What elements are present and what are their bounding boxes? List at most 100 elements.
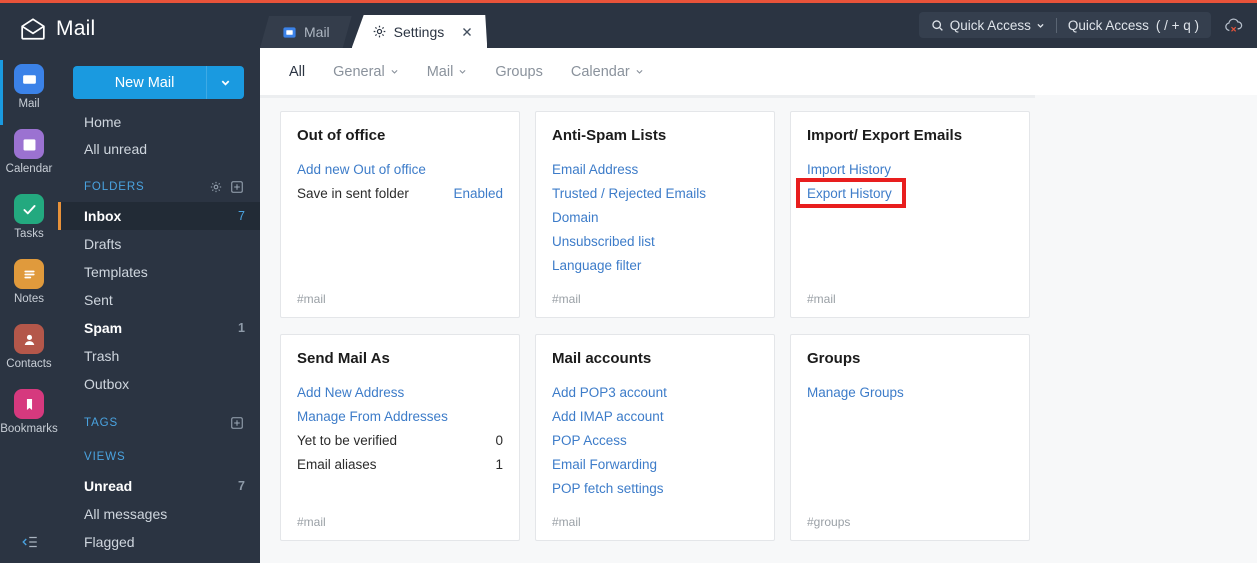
folder-item-templates[interactable]: Templates <box>58 258 260 286</box>
card-link-pop-access[interactable]: POP Access <box>552 428 758 452</box>
rail-item-label: Calendar <box>5 163 53 175</box>
notes-icon <box>14 259 44 289</box>
rail-item-calendar[interactable]: Calendar <box>0 125 58 190</box>
quick-access-bar[interactable]: Quick Access Quick Access ( / + q ) <box>918 12 1211 38</box>
tags-section-header: TAGS <box>58 408 260 438</box>
tags-section-title: TAGS <box>84 417 119 429</box>
filter-mail[interactable]: Mail <box>416 59 479 85</box>
view-item-unread[interactable]: Unread 7 <box>58 472 260 500</box>
gear-icon[interactable] <box>209 180 223 194</box>
contacts-icon <box>14 324 44 354</box>
chevron-down-icon[interactable] <box>1036 21 1045 30</box>
view-item-all-messages[interactable]: All messages <box>58 500 260 528</box>
filter-all[interactable]: All <box>278 59 316 85</box>
rail-item-label: Mail <box>18 98 40 110</box>
app-brand: Mail <box>20 16 95 42</box>
card-field-value[interactable]: Enabled <box>453 186 503 201</box>
chevron-down-icon <box>221 80 230 86</box>
cloud-offline-button[interactable] <box>1223 15 1245 37</box>
filter-groups[interactable]: Groups <box>484 59 554 85</box>
card-title: Send Mail As <box>297 350 390 367</box>
settings-filter-nav: All General Mail Groups Calendar <box>260 48 1257 95</box>
collapse-sidebar-button[interactable] <box>18 530 42 554</box>
card-tag: #mail <box>297 515 326 529</box>
card-link-label: Unsubscribed list <box>552 233 655 249</box>
nav-link-all-unread[interactable]: All unread <box>58 135 260 162</box>
card-link-language-filter[interactable]: Language filter <box>552 253 758 277</box>
rail-item-tasks[interactable]: Tasks <box>0 190 58 255</box>
filter-calendar[interactable]: Calendar <box>560 59 655 85</box>
folder-item-inbox[interactable]: Inbox 7 <box>58 202 260 230</box>
folder-item-trash[interactable]: Trash <box>58 342 260 370</box>
card-link-label: Add IMAP account <box>552 408 664 424</box>
rail-item-notes[interactable]: Notes <box>0 255 58 320</box>
card-link-manage-from-addresses[interactable]: Manage From Addresses <box>297 404 503 428</box>
folder-label: Flagged <box>84 534 135 550</box>
folder-item-outbox[interactable]: Outbox <box>58 370 260 398</box>
tab-mail[interactable]: Mail <box>260 16 352 48</box>
card-link-email-address[interactable]: Email Address <box>552 157 758 181</box>
chevron-down-icon <box>636 69 643 74</box>
new-mail-button[interactable]: New Mail <box>73 66 244 99</box>
folder-item-sent[interactable]: Sent <box>58 286 260 314</box>
tab-settings[interactable]: Settings <box>352 15 488 48</box>
mail-tab-icon <box>282 25 297 40</box>
chevron-down-icon <box>459 69 466 74</box>
rail-item-mail[interactable]: Mail <box>0 60 58 125</box>
card-link-add-pop3-account[interactable]: Add POP3 account <box>552 380 758 404</box>
card-link-add-new-out-of-office[interactable]: Add new Out of office <box>297 157 503 181</box>
nav-link-home[interactable]: Home <box>58 108 260 135</box>
card-link-manage-groups[interactable]: Manage Groups <box>807 380 1013 404</box>
card-link-label: POP Access <box>552 432 627 448</box>
card-link-add-imap-account[interactable]: Add IMAP account <box>552 404 758 428</box>
rail-item-label: Notes <box>13 293 45 305</box>
settings-card-import-export-emails: Import/ Export Emails Import History Expor… <box>790 111 1030 318</box>
card-link-add-new-address[interactable]: Add New Address <box>297 380 503 404</box>
folder-unread-count: 1 <box>238 321 245 335</box>
new-mail-dropdown-toggle[interactable] <box>206 66 244 99</box>
folder-label: Templates <box>84 264 148 280</box>
chevron-down-icon <box>391 69 398 74</box>
card-link-label: Import History <box>807 161 892 177</box>
card-link-email-forwarding[interactable]: Email Forwarding <box>552 452 758 476</box>
card-link-label: Add New Address <box>297 384 405 400</box>
card-field-save-in-sent-folder: Save in sent folder Enabled <box>297 181 503 205</box>
folder-label: Spam <box>84 320 123 336</box>
card-title: Import/ Export Emails <box>807 127 963 144</box>
card-link-export-history[interactable]: Export History <box>807 181 1013 205</box>
card-link-label: Language filter <box>552 257 642 273</box>
card-link-pop-fetch-settings[interactable]: POP fetch settings <box>552 476 758 500</box>
card-tag: #mail <box>807 292 836 306</box>
filter-general[interactable]: General <box>322 59 410 85</box>
mail-icon <box>14 64 44 94</box>
card-link-trusted-rejected-emails[interactable]: Trusted / Rejected Emails <box>552 181 758 205</box>
filter-label: Mail <box>426 63 454 80</box>
search-icon <box>932 19 943 31</box>
main-area: Mail Settings Quick Access Quick Access (… <box>260 3 1257 563</box>
quick-access-label: Quick Access <box>949 17 1031 33</box>
folder-label: Unread <box>84 478 133 494</box>
card-link-label: Manage Groups <box>807 384 904 400</box>
folder-unread-count: 7 <box>238 479 245 493</box>
card-link-label: POP fetch settings <box>552 480 664 496</box>
view-item-flagged[interactable]: Flagged <box>58 528 260 556</box>
card-link-import-history[interactable]: Import History <box>807 157 1013 181</box>
left-sidebar: Mail Mail Calendar Tasks Notes Contacts Bookm… <box>0 3 260 563</box>
open-envelope-icon <box>20 16 46 42</box>
card-title: Out of office <box>297 127 386 144</box>
rail-item-label: Bookmarks <box>0 423 58 435</box>
card-link-domain[interactable]: Domain <box>552 205 758 229</box>
plus-box-icon[interactable] <box>230 416 244 430</box>
rail-item-label: Contacts <box>6 358 52 370</box>
scrolled-content-edge <box>260 95 1035 98</box>
card-title: Groups <box>807 350 861 367</box>
plus-box-icon[interactable] <box>230 180 244 194</box>
folder-item-drafts[interactable]: Drafts <box>58 230 260 258</box>
bookmark-icon <box>14 389 44 419</box>
close-icon[interactable] <box>461 26 473 38</box>
folder-item-spam[interactable]: Spam 1 <box>58 314 260 342</box>
card-link-unsubscribed-list[interactable]: Unsubscribed list <box>552 229 758 253</box>
rail-item-contacts[interactable]: Contacts <box>0 320 58 385</box>
rail-item-bookmarks[interactable]: Bookmarks <box>0 385 58 450</box>
quick-access-secondary-label: Quick Access <box>1067 17 1149 33</box>
